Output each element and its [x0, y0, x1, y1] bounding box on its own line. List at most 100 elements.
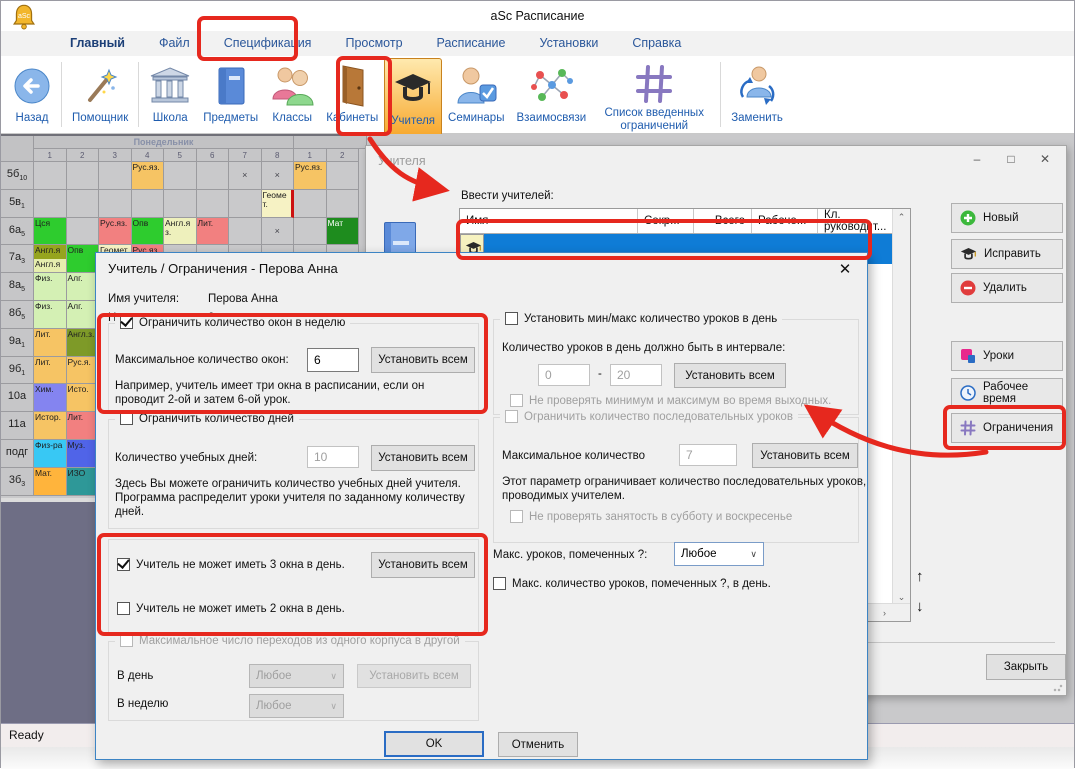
- close-icon[interactable]: ✕: [1028, 148, 1062, 170]
- timetable-cell[interactable]: ×: [229, 162, 262, 190]
- timetable-cell[interactable]: Рус.яз.: [132, 162, 165, 190]
- vertical-scrollbar[interactable]: ⌃ ⌄: [892, 209, 910, 606]
- menu-item-7[interactable]: Справка: [615, 31, 698, 56]
- delete-button[interactable]: Удалить: [951, 273, 1063, 303]
- toolbar-classrooms-button[interactable]: Кабинеты: [320, 56, 384, 133]
- apply-all-windows-week-button[interactable]: Установить всем: [371, 347, 475, 373]
- timetable-cell[interactable]: [132, 190, 165, 218]
- timetable-cell[interactable]: Опв: [132, 218, 165, 246]
- timetable-cell[interactable]: ×: [262, 218, 295, 246]
- apply-all-consecutive-button[interactable]: Установить всем: [752, 443, 858, 468]
- timetable-cell[interactable]: [294, 190, 327, 218]
- toolbar-subjects-button[interactable]: Предметы: [197, 56, 264, 133]
- scroll-up-icon[interactable]: ⌃: [893, 209, 910, 226]
- timetable-cell[interactable]: ×: [262, 162, 295, 190]
- timetable-cell[interactable]: Физ.: [34, 301, 67, 329]
- ok-button[interactable]: OK: [384, 731, 484, 757]
- no-2-windows-checkbox[interactable]: [117, 602, 130, 615]
- close-icon[interactable]: ✕: [833, 259, 857, 279]
- teachers-table-header[interactable]: ИмяСокр...ВсегоРабоче...Кл. руководит...…: [460, 209, 910, 234]
- timetable-cell[interactable]: [67, 162, 100, 190]
- toolbar-school-button[interactable]: Школа: [143, 56, 197, 133]
- day-header-monday: Понедельник: [34, 136, 294, 149]
- timetable-cell[interactable]: Геомет.: [262, 190, 295, 218]
- working-time-button[interactable]: Рабочее время: [951, 378, 1063, 408]
- timetable-cell[interactable]: Цся: [34, 218, 67, 246]
- timetable-cell[interactable]: [67, 190, 100, 218]
- timetable-cell[interactable]: Мат: [327, 218, 360, 246]
- timetable-cell[interactable]: [164, 190, 197, 218]
- apply-all-windows-day-button[interactable]: Установить всем: [371, 552, 475, 578]
- timetable-cell[interactable]: Истор.: [34, 412, 67, 440]
- timetable-cell[interactable]: [327, 190, 360, 218]
- resize-grip[interactable]: [1053, 682, 1063, 692]
- toolbar-classes-button[interactable]: Классы: [264, 56, 320, 133]
- scroll-right-icon[interactable]: ›: [876, 604, 893, 621]
- new-button[interactable]: Новый: [951, 203, 1063, 233]
- timetable-cell[interactable]: Физ.: [34, 273, 67, 301]
- constraints-button[interactable]: Ограничения: [951, 413, 1063, 443]
- column-header-3[interactable]: Всего: [694, 209, 752, 233]
- column-header-4[interactable]: Рабоче...: [752, 209, 818, 233]
- timetable-cell[interactable]: [34, 190, 67, 218]
- edit-button[interactable]: Исправить: [951, 239, 1063, 269]
- timetable-cell[interactable]: [164, 162, 197, 190]
- minmax-label: Установить мин/макс количество уроков в …: [524, 313, 777, 325]
- timetable-cell[interactable]: Рус.яз.: [99, 218, 132, 246]
- toolbar-wizard-button[interactable]: Помощник: [66, 56, 134, 133]
- move-down-button[interactable]: ↓: [916, 598, 924, 615]
- per-week-select: Любое∨: [249, 694, 344, 718]
- no-3-windows-checkbox[interactable]: [117, 558, 130, 571]
- maximize-icon[interactable]: □: [994, 148, 1028, 170]
- limit-windows-week-checkbox[interactable]: [120, 316, 133, 329]
- toolbar-relations-button[interactable]: Взаимосвязи: [510, 56, 592, 133]
- lessons-button[interactable]: Уроки: [951, 341, 1063, 371]
- timetable-cell[interactable]: Физ-ра: [34, 440, 67, 468]
- timetable-cell[interactable]: [327, 162, 360, 190]
- timetable-cell[interactable]: Лит.: [34, 329, 67, 357]
- toolbar-seminars-button[interactable]: Семинары: [442, 56, 510, 133]
- timetable-cell[interactable]: [197, 190, 230, 218]
- menu-item-2[interactable]: Файл: [142, 31, 207, 56]
- menu-item-4[interactable]: Просмотр: [328, 31, 419, 56]
- minmax-checkbox[interactable]: [505, 312, 518, 325]
- marked-lessons-select[interactable]: Любое∨: [674, 542, 764, 566]
- marked-per-day-checkbox[interactable]: [493, 577, 506, 590]
- toolbar-teachers-button[interactable]: Учителя: [384, 58, 442, 136]
- timetable-cell[interactable]: [229, 218, 262, 246]
- cancel-button[interactable]: Отменить: [498, 732, 578, 757]
- menu-item-3[interactable]: Спецификация: [207, 31, 329, 56]
- timetable-cell[interactable]: Англ.яз.: [164, 218, 197, 246]
- timetable-cell[interactable]: [67, 218, 100, 246]
- column-header-5[interactable]: Кл. руководит...: [818, 209, 898, 233]
- timetable-cell[interactable]: Англ.яАнгл.я: [34, 245, 67, 273]
- column-header-2[interactable]: Сокр...: [638, 209, 694, 233]
- timetable-cell[interactable]: Лит.: [197, 218, 230, 246]
- timetable-cell[interactable]: [99, 162, 132, 190]
- lessons-icon: [960, 348, 976, 364]
- period-header: 8: [262, 149, 295, 162]
- toolbar-constraints-list-button[interactable]: Список введенных ограничений: [592, 56, 716, 133]
- timetable-cell[interactable]: [229, 190, 262, 218]
- timetable-cell[interactable]: [197, 162, 230, 190]
- move-up-button[interactable]: ↑: [916, 568, 924, 585]
- toolbar-back-button[interactable]: Назад: [7, 56, 57, 133]
- timetable-cell[interactable]: Хим.: [34, 384, 67, 412]
- timetable-cell[interactable]: Лит.: [34, 357, 67, 385]
- max-windows-input[interactable]: [307, 348, 359, 372]
- timetable-cell[interactable]: [99, 190, 132, 218]
- timetable-cell[interactable]: [294, 218, 327, 246]
- menu-item-6[interactable]: Установки: [522, 31, 615, 56]
- apply-all-days-button[interactable]: Установить всем: [371, 445, 475, 471]
- timetable-cell[interactable]: Рус.яз.: [294, 162, 327, 190]
- menu-item-1[interactable]: Главный: [53, 31, 142, 56]
- toolbar-replace-button[interactable]: Заменить: [725, 56, 789, 133]
- apply-all-minmax-button[interactable]: Установить всем: [674, 363, 786, 388]
- limit-days-checkbox[interactable]: [120, 412, 133, 425]
- menu-item-5[interactable]: Расписание: [420, 31, 523, 56]
- timetable-cell[interactable]: [34, 162, 67, 190]
- close-button[interactable]: Закрыть: [986, 654, 1066, 680]
- minimize-icon[interactable]: –: [960, 148, 994, 170]
- column-header-1[interactable]: Имя: [460, 209, 638, 233]
- timetable-cell[interactable]: Мат.: [34, 468, 67, 496]
